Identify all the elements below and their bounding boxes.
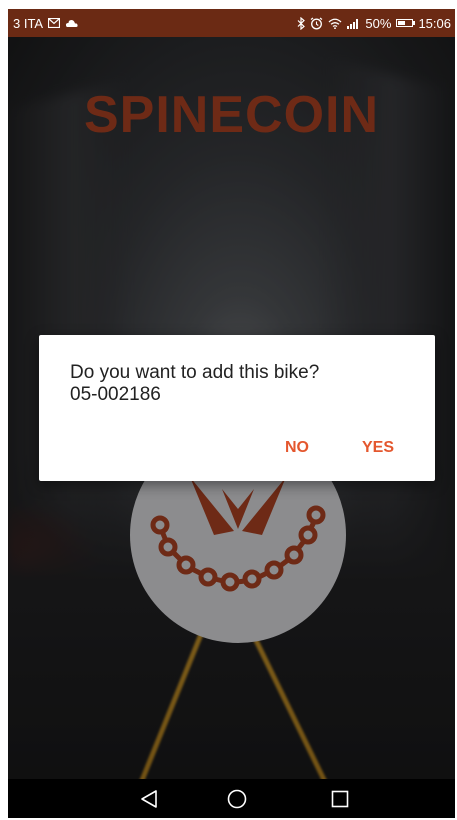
app-title: SPINECOIN (83, 86, 380, 144)
status-bar: 3 ITA 50% 15:06 (8, 9, 455, 37)
wifi-icon (328, 18, 342, 29)
home-icon (227, 789, 247, 808)
recents-icon (331, 790, 349, 807)
navigation-bar (8, 779, 455, 818)
bike-id: 05-002186 (70, 384, 161, 405)
dialog-message: Do you want to add this bike? 05-002186 (70, 362, 319, 406)
recents-button[interactable] (310, 779, 370, 818)
home-button[interactable] (207, 779, 267, 818)
mail-icon (48, 18, 61, 28)
cloud-icon (65, 19, 78, 28)
clock: 15:06 (418, 15, 451, 31)
bluetooth-icon (297, 16, 306, 30)
phone-screen: 3 ITA 50% 15:06 SPINECOIN Do you want to… (8, 9, 455, 818)
add-bike-dialog: Do you want to add this bike? 05-002186 … (39, 335, 435, 481)
back-icon (141, 789, 157, 808)
battery-fill (398, 21, 406, 25)
dialog-question: Do you want to add this bike? (70, 362, 320, 383)
battery-percent: 50% (365, 15, 392, 31)
yes-button[interactable]: YES (362, 439, 394, 457)
back-button[interactable] (119, 779, 179, 818)
carrier-label: 3 ITA (13, 15, 44, 31)
signal-icon (347, 18, 360, 29)
no-button[interactable]: NO (285, 439, 309, 457)
battery-icon (396, 19, 416, 27)
alarm-icon (310, 17, 323, 30)
